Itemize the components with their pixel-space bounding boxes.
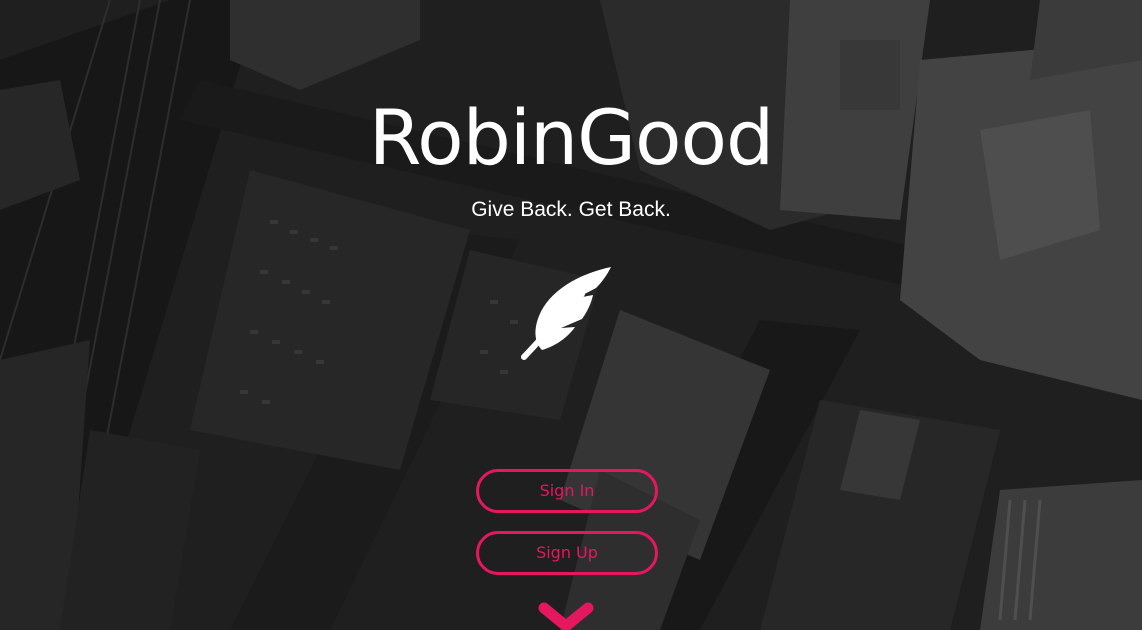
hero-section: RobinGood Give Back. Get Back. Sign In S… [0, 0, 1142, 630]
brand-title: RobinGood [368, 93, 775, 182]
chevron-down-icon[interactable] [536, 598, 596, 630]
hero-content: RobinGood Give Back. Get Back. Sign In S… [0, 0, 1142, 630]
brand-tagline: Give Back. Get Back. [471, 198, 671, 221]
sign-up-button[interactable]: Sign Up [476, 531, 658, 575]
sign-in-button[interactable]: Sign In [476, 469, 658, 513]
feather-icon [521, 267, 611, 360]
